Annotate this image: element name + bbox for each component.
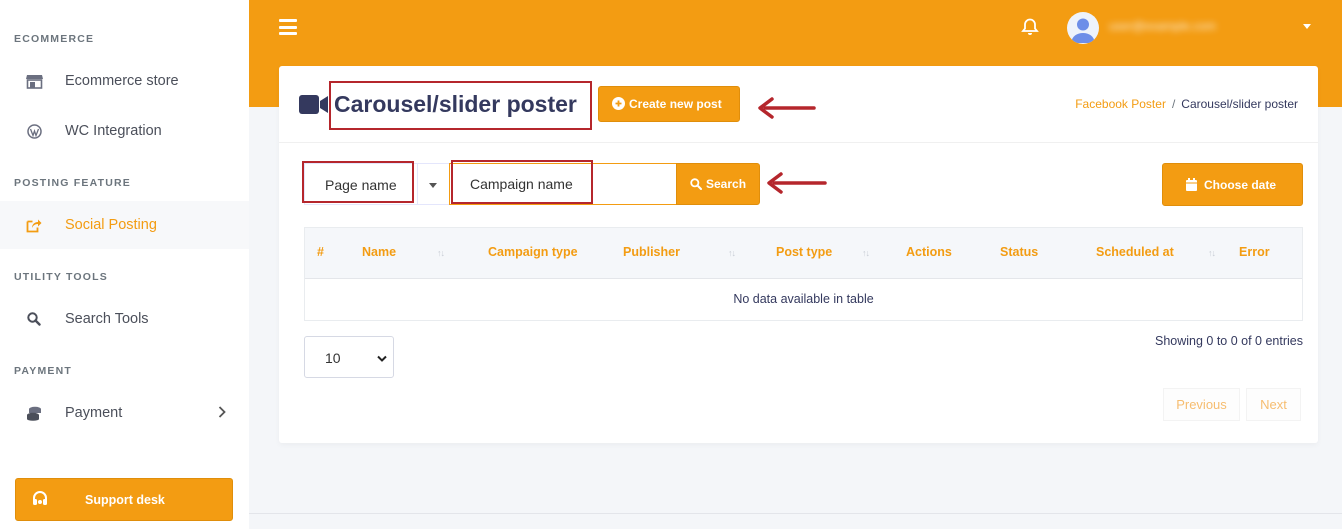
- previous-page-button[interactable]: Previous: [1163, 388, 1240, 421]
- choose-date-label: Choose date: [1204, 177, 1277, 192]
- column-header-index[interactable]: #: [317, 245, 324, 259]
- column-header-campaign-type[interactable]: Campaign type: [488, 245, 578, 259]
- section-ecommerce: ECOMMERCE: [14, 33, 95, 45]
- sidebar-item-label: Search Tools: [65, 311, 149, 327]
- next-page-button[interactable]: Next: [1246, 388, 1301, 421]
- search-button[interactable]: Search: [676, 163, 760, 205]
- sidebar-item-label: Payment: [65, 405, 123, 421]
- sidebar-item-label: Ecommerce store: [65, 73, 179, 89]
- sidebar-item-ecommerce-store[interactable]: Ecommerce store: [0, 57, 249, 105]
- plus-circle-icon: [612, 97, 625, 113]
- avatar[interactable]: [1067, 12, 1099, 44]
- annotation-highlight-title: [329, 81, 592, 130]
- breadcrumb-current: Carousel/slider poster: [1181, 97, 1298, 111]
- support-desk-button[interactable]: Support desk: [15, 478, 233, 521]
- column-header-post-type[interactable]: Post type: [776, 245, 832, 259]
- coins-icon: [25, 404, 43, 422]
- calendar-icon: [1186, 178, 1197, 194]
- bell-icon[interactable]: [1021, 17, 1039, 41]
- annotation-arrow-icon: [758, 97, 816, 119]
- headset-icon: [32, 491, 48, 510]
- select-divider: [417, 164, 418, 204]
- sort-icon: ↑↓: [1208, 248, 1216, 258]
- column-header-name[interactable]: Name: [362, 245, 396, 259]
- annotation-highlight-page-name: [302, 161, 414, 203]
- sidebar-item-wc-integration[interactable]: WC Integration: [0, 107, 249, 155]
- sidebar: ECOMMERCE Ecommerce store WC Integration…: [0, 0, 249, 529]
- sidebar-item-social-posting[interactable]: Social Posting: [0, 201, 249, 249]
- annotation-arrow-icon: [767, 172, 827, 194]
- column-header-status[interactable]: Status: [1000, 245, 1038, 259]
- caret-down-icon: [429, 183, 437, 188]
- sidebar-item-search-tools[interactable]: Search Tools: [0, 295, 249, 343]
- search-icon: [25, 310, 43, 328]
- wordpress-icon: [25, 122, 43, 140]
- column-header-publisher[interactable]: Publisher: [623, 245, 680, 259]
- sidebar-item-label: WC Integration: [65, 123, 162, 139]
- menu-toggle-icon[interactable]: [279, 19, 297, 35]
- section-payment: PAYMENT: [14, 365, 72, 377]
- page-length-select[interactable]: 10: [304, 336, 394, 378]
- caret-down-icon[interactable]: [1303, 24, 1311, 29]
- breadcrumb: Facebook Poster / Carousel/slider poster: [1075, 97, 1298, 111]
- table-header: # Name ↑↓ Campaign type Publisher ↑↓ Pos…: [305, 228, 1302, 279]
- support-desk-label: Support desk: [85, 492, 165, 507]
- search-label: Search: [706, 177, 747, 191]
- create-new-post-button[interactable]: Create new post: [598, 86, 740, 122]
- posts-table: # Name ↑↓ Campaign type Publisher ↑↓ Pos…: [304, 227, 1303, 321]
- video-camera-icon: [299, 95, 328, 119]
- user-name[interactable]: user@example.com: [1109, 19, 1289, 35]
- table-info: Showing 0 to 0 of 0 entries: [1154, 334, 1303, 348]
- table-empty-message: No data available in table: [733, 292, 874, 306]
- annotation-highlight-campaign-name: [451, 160, 593, 204]
- sidebar-item-label: Social Posting: [65, 217, 157, 233]
- footer-divider: [249, 513, 1342, 514]
- share-icon: [25, 216, 43, 234]
- chevron-down-icon: [377, 350, 387, 366]
- search-icon: [690, 178, 702, 193]
- section-posting-feature: POSTING FEATURE: [14, 177, 131, 189]
- breadcrumb-separator: /: [1171, 97, 1176, 111]
- column-header-error[interactable]: Error: [1239, 245, 1270, 259]
- column-header-scheduled-at[interactable]: Scheduled at: [1096, 245, 1174, 259]
- page-length-value: 10: [325, 350, 341, 366]
- section-utility-tools: UTILITY TOOLS: [14, 271, 108, 283]
- breadcrumb-link[interactable]: Facebook Poster: [1075, 97, 1166, 111]
- choose-date-button[interactable]: Choose date: [1162, 163, 1303, 206]
- sidebar-item-payment[interactable]: Payment: [0, 389, 249, 437]
- sort-icon: ↑↓: [862, 248, 870, 258]
- column-header-actions[interactable]: Actions: [906, 245, 952, 259]
- sort-icon: ↑↓: [728, 248, 736, 258]
- chevron-right-icon: [218, 405, 226, 421]
- create-new-post-label: Create new post: [629, 97, 722, 111]
- store-icon: [25, 72, 43, 90]
- sort-icon: ↑↓: [437, 248, 445, 258]
